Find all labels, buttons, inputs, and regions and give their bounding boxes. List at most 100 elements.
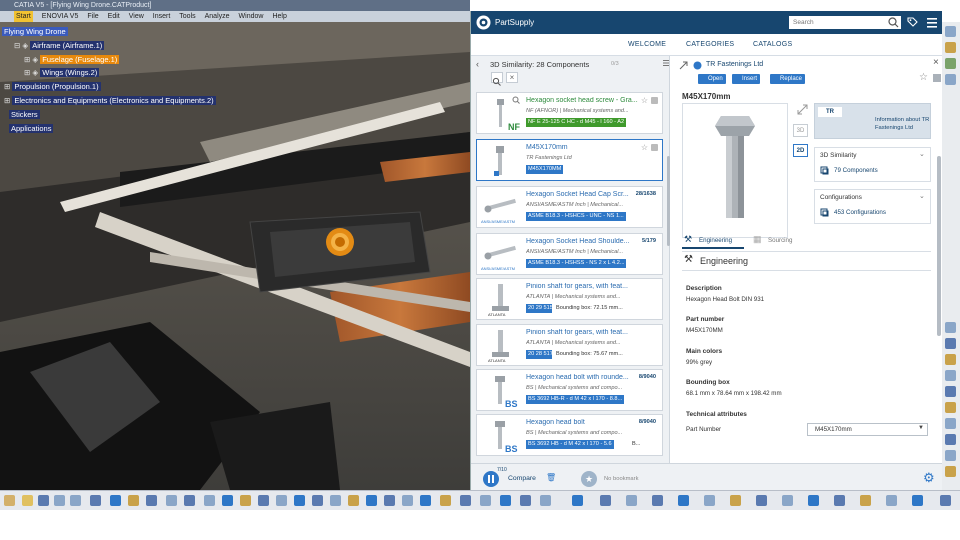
result-card-selected[interactable]: M45X170mm TR Fastenings Ltd M45X170MM ☆ — [476, 139, 663, 181]
menu-tools[interactable]: Tools — [179, 11, 195, 22]
close-icon[interactable]: × — [933, 57, 939, 68]
star-icon[interactable]: ☆ — [641, 96, 648, 105]
menu-window[interactable]: Window — [239, 11, 264, 22]
tool-icon[interactable] — [600, 495, 611, 506]
menu-start[interactable]: Start — [14, 11, 33, 22]
card-title[interactable]: Hexagon head bolt with rounde... — [526, 374, 644, 381]
open-button[interactable]: Open — [698, 74, 726, 84]
card-title[interactable]: Pinion shaft for gears, with feat... — [526, 329, 644, 336]
tool-icon[interactable] — [834, 495, 845, 506]
bookmark-button[interactable]: ★ — [581, 471, 597, 487]
result-card[interactable]: NF Hexagon socket head screw - Gra... NF… — [476, 92, 663, 134]
result-card[interactable]: ANSI/ASME/ASTM Hexagon Socket Head Shoul… — [476, 233, 663, 275]
view-3d-button[interactable]: 3D — [793, 124, 808, 137]
card-title[interactable]: Hexagon head bolt — [526, 419, 644, 426]
list-menu-icon[interactable] — [663, 59, 669, 67]
menu-insert[interactable]: Insert — [153, 11, 171, 22]
tool-icon[interactable] — [912, 495, 923, 506]
tool-icon[interactable] — [940, 495, 951, 506]
similarity-link[interactable]: 79 Components — [834, 167, 878, 174]
star-icon[interactable]: ☆ — [641, 143, 648, 152]
tool-icon[interactable] — [860, 495, 871, 506]
result-card[interactable]: ATLANTA Pinion shaft for gears, with fea… — [476, 278, 663, 320]
tool-icon[interactable] — [626, 495, 637, 506]
tool-icon[interactable] — [110, 495, 121, 506]
nav-catalogs[interactable]: CATALOGS — [753, 41, 792, 48]
tool-icon[interactable] — [22, 495, 33, 506]
tool-icon[interactable] — [440, 495, 451, 506]
tree-node-stickers[interactable]: Stickers — [9, 110, 40, 120]
result-card[interactable]: ANSI/ASME/ASTM Hexagon Socket Head Cap S… — [476, 186, 663, 228]
grid-icon[interactable] — [933, 74, 941, 82]
configurations-link[interactable]: 453 Configurations — [834, 209, 886, 216]
settings-gear-icon[interactable]: ⚙ — [923, 470, 935, 486]
menu-help[interactable]: Help — [272, 11, 286, 22]
tool-icon[interactable] — [38, 495, 49, 506]
fullscreen-icon[interactable] — [797, 104, 808, 115]
menu-view[interactable]: View — [129, 11, 144, 22]
tool-icon[interactable] — [420, 495, 431, 506]
result-card[interactable]: BS Hexagon head bolt with rounde... BS |… — [476, 369, 663, 411]
results-search-button[interactable] — [491, 72, 503, 86]
supplier-info-banner[interactable]: TR Information about TR Fastenings Ltd — [814, 103, 931, 139]
tool-icon[interactable] — [330, 495, 341, 506]
tool-icon[interactable] — [402, 495, 413, 506]
tab-engineering[interactable]: ⚒ Engineering — [682, 233, 744, 249]
menu-analyze[interactable]: Analyze — [205, 11, 230, 22]
back-chevron-icon[interactable]: ‹ — [476, 59, 479, 69]
tool-icon[interactable] — [945, 322, 956, 333]
tool-icon[interactable] — [520, 495, 531, 506]
tool-icon[interactable] — [312, 495, 323, 506]
tool-icon[interactable] — [945, 434, 956, 445]
tree-node-wings[interactable]: ⊞ ◈ Wings (Wings.2) — [24, 68, 100, 78]
tool-icon[interactable] — [90, 495, 101, 506]
cad-3d-viewport[interactable] — [0, 22, 470, 490]
tool-icon[interactable] — [945, 338, 956, 349]
partnumber-select[interactable]: M45X170mm ▼ — [807, 423, 928, 436]
tree-node-airframe[interactable]: ⊟ ◈ Airframe (Airframe.1) — [14, 41, 105, 51]
tool-icon[interactable] — [572, 495, 583, 506]
tool-icon[interactable] — [4, 495, 15, 506]
tab-sourcing[interactable]: ▦ Sourcing — [753, 233, 808, 249]
tool-icon[interactable] — [166, 495, 177, 506]
card-title[interactable]: Hexagon Socket Head Shoulde... — [526, 238, 644, 245]
results-clear-button[interactable]: × — [506, 72, 518, 83]
tool-icon[interactable] — [945, 58, 956, 69]
tool-icon[interactable] — [222, 495, 233, 506]
tool-icon[interactable] — [730, 495, 741, 506]
result-card[interactable]: ATLANTA Pinion shaft for gears, with fea… — [476, 324, 663, 366]
tool-icon[interactable] — [945, 74, 956, 85]
search-icon[interactable] — [888, 17, 899, 28]
cart-icon[interactable] — [651, 144, 658, 151]
result-card[interactable]: BS Hexagon head bolt BS | Mechanical sys… — [476, 414, 663, 456]
star-icon[interactable]: ☆ — [919, 72, 928, 83]
replace-button[interactable]: Replace — [770, 74, 806, 84]
tool-icon[interactable] — [480, 495, 491, 506]
tool-icon[interactable] — [678, 495, 689, 506]
tool-icon[interactable] — [70, 495, 81, 506]
supplier-info-link[interactable]: Information about TR Fastenings Ltd — [875, 116, 931, 132]
tool-icon[interactable] — [945, 466, 956, 477]
compare-label[interactable]: Compare — [508, 475, 536, 482]
tool-icon[interactable] — [945, 386, 956, 397]
tool-icon[interactable] — [808, 495, 819, 506]
tool-icon[interactable] — [240, 495, 251, 506]
tool-icon[interactable] — [945, 26, 956, 37]
tool-icon[interactable] — [54, 495, 65, 506]
card-title[interactable]: M45X170mm — [526, 144, 644, 151]
tool-icon[interactable] — [886, 495, 897, 506]
tool-icon[interactable] — [756, 495, 767, 506]
tree-node-propulsion[interactable]: ⊞ Propulsion (Propulsion.1) — [4, 82, 101, 92]
tool-icon[interactable] — [945, 402, 956, 413]
view-2d-button[interactable]: 2D — [793, 144, 808, 157]
card-title[interactable]: Hexagon socket head screw - Gra... — [526, 97, 644, 104]
tool-icon[interactable] — [704, 495, 715, 506]
tool-icon[interactable] — [366, 495, 377, 506]
tree-node-fuselage[interactable]: ⊞ ◈ Fuselage (Fuselage.1) — [24, 55, 120, 65]
tool-icon[interactable] — [204, 495, 215, 506]
tree-node-applications[interactable]: Applications — [9, 124, 54, 134]
expand-icon[interactable] — [679, 61, 688, 70]
insert-button[interactable]: Insert — [732, 74, 761, 84]
tool-icon[interactable] — [128, 495, 139, 506]
tool-icon[interactable] — [294, 495, 305, 506]
